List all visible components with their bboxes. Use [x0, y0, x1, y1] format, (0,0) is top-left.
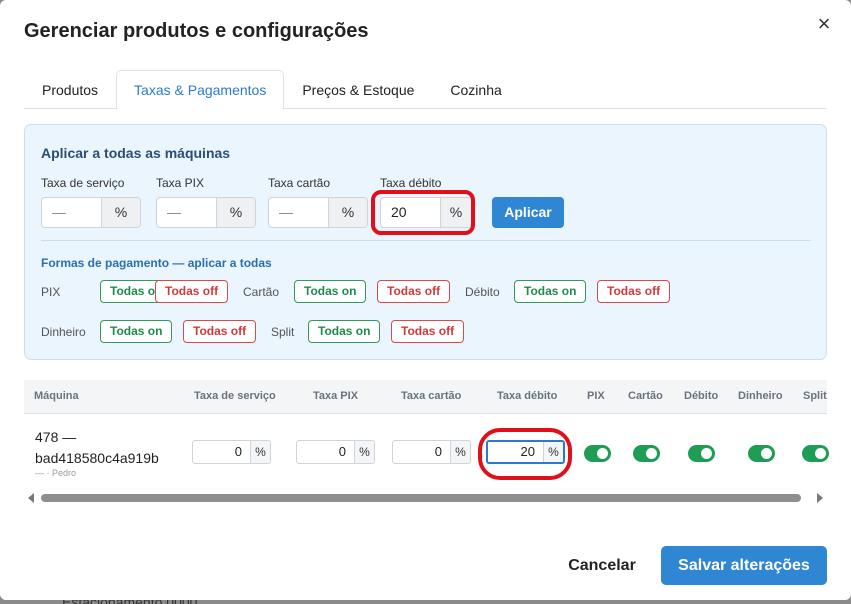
modal-title: Gerenciar produtos e configurações — [24, 20, 369, 42]
row-debit-fee-input[interactable]: 20 — [488, 442, 543, 462]
debito-all-on-button[interactable]: Todas on — [514, 280, 587, 303]
debit-fee-label: Taxa débito — [380, 176, 442, 190]
row-card-fee-input[interactable]: 0 — [393, 441, 450, 463]
method-label-split: Split — [271, 325, 295, 339]
machine-serial: bad418580c4a919b — [35, 450, 159, 466]
manage-products-modal: Gerenciar produtos e configurações × Pro… — [0, 0, 851, 600]
method-label-pix: PIX — [41, 285, 61, 299]
apply-button[interactable]: Aplicar — [492, 197, 564, 228]
row-debit-fee-field[interactable]: 20 % — [486, 440, 565, 464]
cartao-all-off-button[interactable]: Todas off — [377, 280, 451, 303]
scroll-left-icon[interactable] — [28, 493, 34, 503]
service-fee-field[interactable]: — % — [41, 197, 141, 228]
scroll-right-icon[interactable] — [817, 493, 823, 503]
row-card-fee-field[interactable]: 0 % — [392, 440, 471, 464]
card-fee-input[interactable]: — — [269, 198, 328, 227]
col-header-taxa-servico: Taxa de serviço — [194, 390, 276, 402]
close-icon[interactable]: × — [812, 12, 836, 36]
dinheiro-all-off-button[interactable]: Todas off — [183, 320, 257, 343]
debito-all-off-button[interactable]: Todas off — [597, 280, 671, 303]
tab-taxas-pagamentos[interactable]: Taxas & Pagamentos — [116, 70, 285, 110]
dinheiro-all-on-button[interactable]: Todas on — [100, 320, 173, 343]
row-pix-fee-field[interactable]: 0 % — [296, 440, 375, 464]
cartao-toggle[interactable] — [633, 445, 660, 462]
percent-addon: % — [250, 441, 270, 463]
payments-title: Formas de pagamento — aplicar a todas — [41, 256, 272, 270]
percent-addon: % — [354, 441, 374, 463]
percent-addon: % — [450, 441, 470, 463]
tab-cozinha[interactable]: Cozinha — [432, 70, 519, 109]
percent-addon: % — [543, 442, 563, 462]
machine-name: 478 — bad418580c4a919b — [35, 427, 159, 469]
pix-all-off-button[interactable]: Todas off — [155, 280, 229, 303]
table-header: Máquina Taxa de serviço Taxa PIX Taxa ca… — [24, 380, 827, 414]
apply-all-panel: Aplicar a todas as máquinas Taxa de serv… — [24, 124, 827, 360]
pix-fee-input[interactable]: — — [157, 198, 216, 227]
scrollbar-thumb[interactable] — [41, 494, 801, 502]
debit-fee-field[interactable]: 20 % — [380, 197, 472, 228]
col-header-pix: PIX — [587, 390, 605, 402]
method-label-cartao: Cartão — [243, 285, 280, 299]
percent-addon: % — [101, 198, 140, 227]
col-header-split: Split — [803, 390, 827, 402]
col-header-dinheiro: Dinheiro — [738, 390, 783, 402]
card-fee-field[interactable]: — % — [268, 197, 368, 228]
col-header-taxa-debito: Taxa débito — [497, 390, 558, 402]
pix-toggle[interactable] — [584, 445, 611, 462]
split-toggle[interactable] — [802, 445, 829, 462]
service-fee-input[interactable]: — — [42, 198, 101, 227]
tab-precos-estoque[interactable]: Preços & Estoque — [284, 70, 432, 109]
method-label-dinheiro: Dinheiro — [41, 325, 86, 339]
pix-fee-field[interactable]: — % — [156, 197, 256, 228]
horizontal-scrollbar[interactable] — [24, 490, 827, 506]
cancel-button[interactable]: Cancelar — [558, 553, 646, 579]
split-all-on-button[interactable]: Todas on — [308, 320, 381, 343]
col-header-debito: Débito — [684, 390, 719, 402]
row-service-fee-field[interactable]: 0 % — [192, 440, 271, 464]
cartao-all-on-button[interactable]: Todas on — [294, 280, 367, 303]
row-service-fee-input[interactable]: 0 — [193, 441, 250, 463]
debito-toggle[interactable] — [688, 445, 715, 462]
col-header-taxa-pix: Taxa PIX — [313, 390, 359, 402]
tab-produtos[interactable]: Produtos — [24, 70, 116, 109]
dinheiro-toggle[interactable] — [748, 445, 775, 462]
col-header-maquina: Máquina — [34, 390, 79, 402]
col-header-cartao: Cartão — [628, 390, 663, 402]
percent-addon: % — [440, 198, 471, 227]
tab-bar: Produtos Taxas & Pagamentos Preços & Est… — [24, 70, 827, 110]
row-pix-fee-input[interactable]: 0 — [297, 441, 354, 463]
percent-addon: % — [216, 198, 255, 227]
save-button[interactable]: Salvar alterações — [661, 546, 827, 585]
machine-id: 478 — — [35, 429, 77, 445]
divider — [41, 240, 811, 241]
split-all-off-button[interactable]: Todas off — [391, 320, 465, 343]
debit-fee-input[interactable]: 20 — [381, 198, 440, 227]
card-fee-label: Taxa cartão — [268, 176, 331, 190]
method-label-debito: Débito — [465, 285, 500, 299]
machine-owner: — · Pedro — [35, 468, 77, 478]
col-header-taxa-cartao: Taxa cartão — [401, 390, 462, 402]
percent-addon: % — [328, 198, 367, 227]
pix-fee-label: Taxa PIX — [156, 176, 205, 190]
service-fee-label: Taxa de serviço — [41, 176, 125, 190]
apply-all-title: Aplicar a todas as máquinas — [41, 145, 231, 161]
